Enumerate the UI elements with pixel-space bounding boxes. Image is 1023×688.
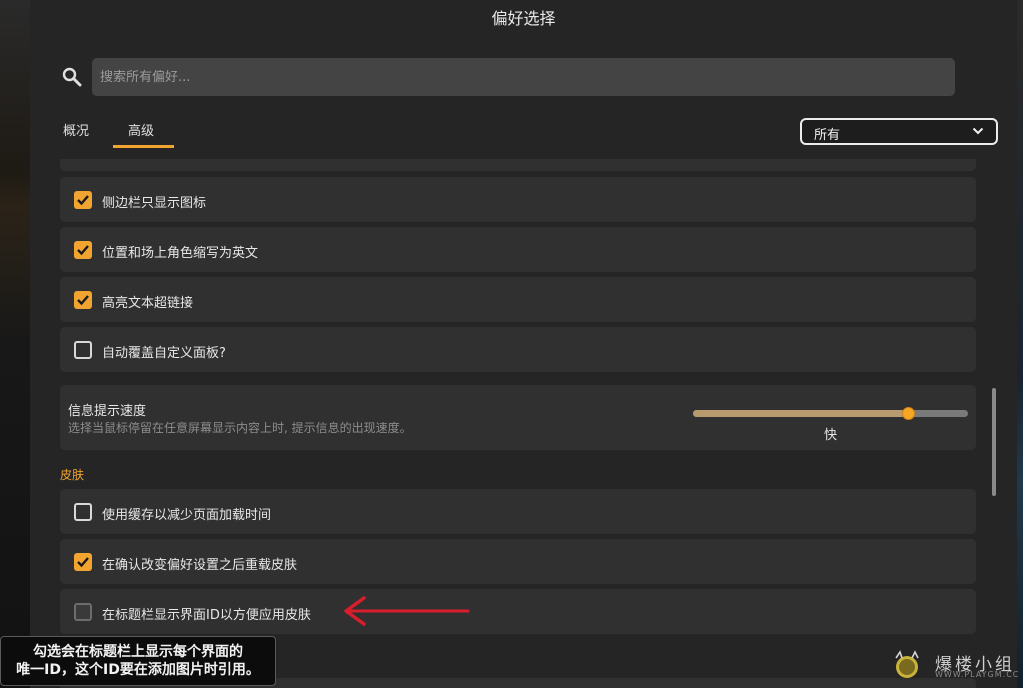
settings-row-highlight-links[interactable]: 高亮文本超链接: [60, 277, 976, 322]
checkbox-abbreviate-positions[interactable]: [74, 241, 92, 259]
tab-overview[interactable]: 概况: [63, 120, 89, 139]
filter-selected-value: 所有: [814, 128, 841, 143]
slider-fill: [693, 410, 908, 417]
setting-label: 侧边栏只显示图标: [102, 196, 207, 211]
background-left: [0, 0, 30, 688]
annotation-tooltip: 勾选会在标题栏上显示每个界面的 唯一ID，这个ID要在添加图片时引用。: [0, 636, 276, 686]
setting-label: 在标题栏显示界面ID以方便应用皮肤: [102, 608, 311, 623]
setting-label: 位置和场上角色缩写为英文: [102, 246, 259, 261]
tab-advanced[interactable]: 高级: [128, 120, 154, 139]
dialog-title: 偏好选择: [491, 9, 556, 28]
chevron-down-icon: [972, 127, 984, 135]
checkbox-auto-override-panels[interactable]: [74, 341, 92, 359]
annotation-arrow-icon: [344, 596, 470, 626]
annotation-line-2: 唯一ID，这个ID要在添加图片时引用。: [16, 662, 260, 678]
slider-thumb[interactable]: [901, 407, 915, 420]
checkbox-highlight-links[interactable]: [74, 291, 92, 309]
search-icon: [62, 67, 82, 87]
settings-row-reload-skin[interactable]: 在确认改变偏好设置之后重载皮肤: [60, 539, 976, 584]
preferences-dialog: 偏好选择 概况 高级 所有 侧边栏只显示图标 位置和场上角色缩写为英文 高亮文本…: [30, 0, 1017, 688]
annotation-line-1: 勾选会在标题栏上显示每个界面的: [33, 644, 243, 660]
settings-row-auto-override-panels[interactable]: 自动覆盖自定义面板?: [60, 327, 976, 372]
watermark-url: WWW.PLAYGM.CC: [935, 670, 1020, 679]
settings-row-sidebar-icons[interactable]: 侧边栏只显示图标: [60, 177, 976, 222]
tooltip-speed-value: 快: [824, 428, 838, 443]
scrollbar[interactable]: [992, 388, 996, 496]
settings-row-use-cache[interactable]: 使用缓存以减少页面加载时间: [60, 489, 976, 534]
setting-label: 高亮文本超链接: [102, 296, 194, 311]
setting-label: 自动覆盖自定义面板?: [102, 346, 226, 361]
checkbox-reload-skin[interactable]: [74, 553, 92, 571]
checkbox-use-cache[interactable]: [74, 503, 92, 521]
checkbox-sidebar-icons[interactable]: [74, 191, 92, 209]
settings-row-partial: [60, 159, 976, 171]
background-right: [1017, 0, 1023, 688]
setting-label: 使用缓存以减少页面加载时间: [102, 508, 272, 523]
search-input[interactable]: [92, 58, 955, 96]
checkmark-icon: [77, 195, 89, 206]
watermark-logo-icon: [895, 650, 919, 678]
active-tab-indicator: [113, 145, 174, 148]
tooltip-speed-description: 选择当鼠标停留在任意屏幕显示内容上时, 提示信息的出现速度。: [68, 421, 412, 435]
section-heading-skin: 皮肤: [60, 468, 85, 482]
tooltip-speed-title: 信息提示速度: [68, 404, 147, 419]
setting-label: 在确认改变偏好设置之后重载皮肤: [102, 558, 298, 573]
checkbox-show-screen-id[interactable]: [74, 603, 92, 621]
tooltip-speed-slider[interactable]: [693, 407, 968, 420]
checkmark-icon: [77, 295, 89, 306]
checkmark-icon: [77, 557, 89, 568]
settings-row-show-screen-id[interactable]: 在标题栏显示界面ID以方便应用皮肤: [60, 589, 976, 634]
settings-row-abbreviate-positions[interactable]: 位置和场上角色缩写为英文: [60, 227, 976, 272]
filter-dropdown[interactable]: 所有: [800, 118, 998, 145]
settings-row-tooltip-speed: 信息提示速度 选择当鼠标停留在任意屏幕显示内容上时, 提示信息的出现速度。 快: [60, 385, 976, 450]
checkmark-icon: [77, 245, 89, 256]
